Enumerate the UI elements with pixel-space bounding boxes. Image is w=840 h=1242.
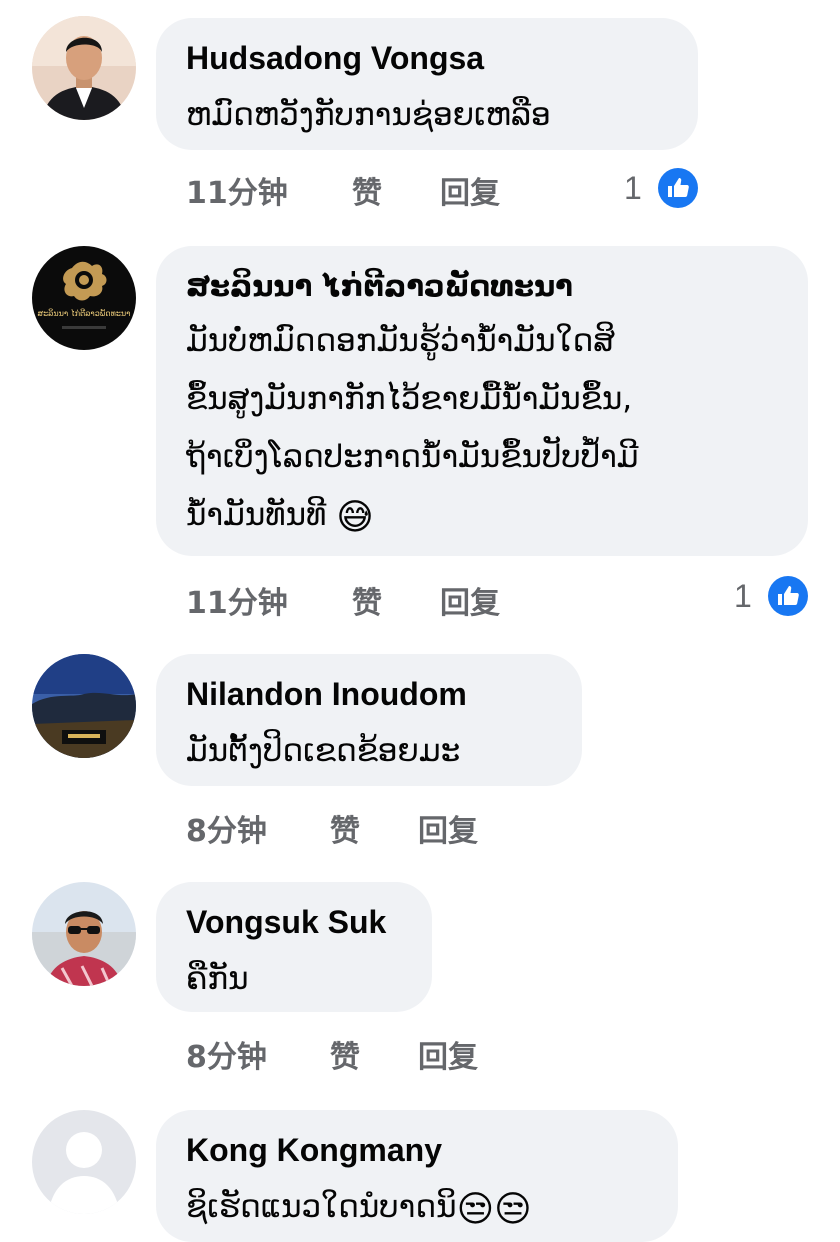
reply-button[interactable]: 回复 [440,168,500,212]
unamused-face-emoji-icon: 😒😒 [456,1189,532,1230]
comment-actions: 8分钟 赞 回复 [186,806,746,850]
comment-time[interactable]: 11分钟 [186,168,288,212]
comment-text: ຫມົດຫວັງກັບການຊ່ອຍເຫລືອ [186,97,551,133]
like-button[interactable]: 赞 [330,1032,360,1076]
avatar[interactable] [32,16,136,120]
comment-author[interactable]: Nilandon Inoudom [186,674,552,714]
like-button[interactable]: 赞 [352,578,382,622]
comment-actions: 11分钟 赞 回复 [186,578,746,622]
comment-bubble: Vongsuk Suk ຄືກັນ [156,882,432,1012]
comment-time[interactable]: 8分钟 [186,806,267,850]
comment-bubble: Hudsadong Vongsa ຫມົດຫວັງກັບການຊ່ອຍເຫລືອ [156,18,698,150]
comment-bubble: Nilandon Inoudom ມັນຕັ້ງປິດເຂດຂ້ອຍມະ [156,654,582,786]
comment-bubble: ສະລິນນາ ໄກ່ຕີລາວພັດທະນາ ມັນບໍ່ຫມົດດອກມັນ… [156,246,808,556]
comment-text-body: ຊິເຮັດແນວໃດນໍບາດນິ [186,1189,457,1225]
rooster-logo-avatar-icon: ສະລິນນາ ໄກ່ຕີລາວພັດທະນາ [32,246,136,350]
comment-text: ມັນຕັ້ງປິດເຂດຂ້ອຍມະ [186,733,461,769]
like-icon [657,168,698,208]
avatar[interactable]: ສະລິນນາ ໄກ່ຕີລາວພັດທະນາ [32,246,136,350]
like-button[interactable]: 赞 [330,806,360,850]
landscape-avatar-icon [32,654,136,758]
comment-actions: 8分钟 赞 回复 [186,1032,746,1076]
reply-button[interactable]: 回复 [418,1032,478,1076]
comment-time[interactable]: 11分钟 [186,578,288,622]
comment-text: ຄືກັນ [186,961,249,997]
like-button[interactable]: 赞 [352,168,382,212]
comment-author[interactable]: Kong Kongmany [186,1130,648,1170]
reaction-count: 1 [624,169,642,206]
avatar[interactable] [32,654,136,758]
comment-text: ມັນບໍ່ຫມົດດອກມັນຮູ້ວ່ານໍ້າມັນໃດສິ ຂຶ້ນສູ… [186,312,778,547]
comment-author[interactable]: ສະລິນນາ ໄກ່ຕີລາວພັດທະນາ [186,266,778,306]
comment-author[interactable]: Vongsuk Suk [186,902,402,942]
sweat-smile-emoji-icon: 😅 [336,497,374,538]
avatar[interactable] [32,882,136,986]
like-icon [767,576,808,616]
comment-text: ຊິເຮັດແນວໃດນໍບາດນິ😒😒 [186,1178,648,1239]
reaction-count: 1 [734,577,752,614]
reply-button[interactable]: 回复 [440,578,500,622]
comment-bubble: Kong Kongmany ຊິເຮັດແນວໃດນໍບາດນິ😒😒 [156,1110,678,1242]
reaction-summary[interactable]: 1 [624,166,698,210]
avatar-caption: ສະລິນນາ ໄກ່ຕີລາວພັດທະນາ [38,307,131,318]
avatar[interactable] [32,1110,136,1214]
reaction-summary[interactable]: 1 [734,574,808,618]
comment-author[interactable]: Hudsadong Vongsa [186,38,668,78]
man-sunglasses-avatar-icon [32,882,136,986]
man-in-suit-avatar-icon [32,16,136,120]
reply-button[interactable]: 回复 [418,806,478,850]
comment-time[interactable]: 8分钟 [186,1032,267,1076]
comment-text-body: ມັນບໍ່ຫມົດດອກມັນຮູ້ວ່ານໍ້າມັນໃດສິ ຂຶ້ນສູ… [186,323,639,533]
default-profile-avatar-icon [32,1110,136,1214]
